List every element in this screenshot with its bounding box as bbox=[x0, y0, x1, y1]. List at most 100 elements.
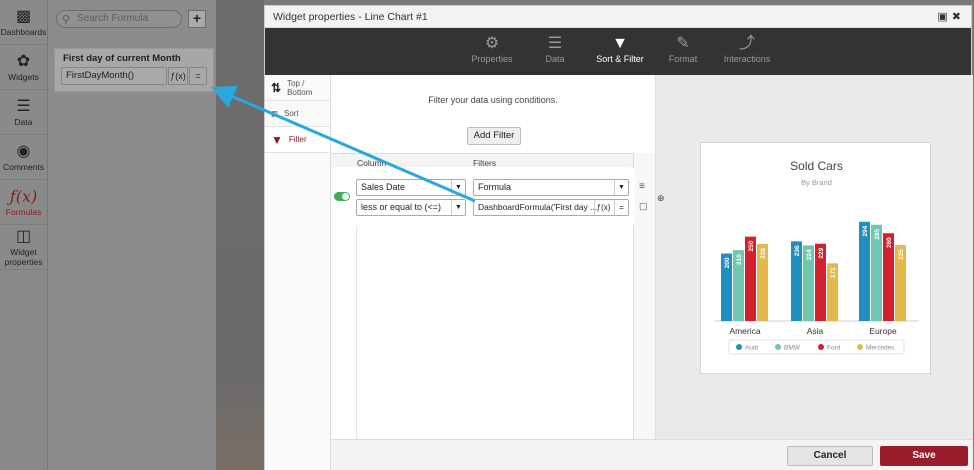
search-icon: ⚲ bbox=[62, 14, 71, 26]
tab-label: Properties bbox=[471, 54, 513, 64]
nav-widget-properties[interactable]: ◫ Widget properties bbox=[0, 225, 47, 270]
cancel-button[interactable]: Cancel bbox=[787, 446, 873, 466]
nav-data[interactable]: ☰ Data bbox=[0, 90, 47, 135]
nav-dashboards[interactable]: ▩ Dashboards bbox=[0, 0, 47, 45]
data-label: 260 bbox=[886, 237, 893, 248]
drag-handle-icon[interactable]: ≡ bbox=[639, 181, 645, 192]
operator-select[interactable]: less or equal to (<=) ▼ bbox=[356, 199, 466, 216]
formula-card-body: First day of current Month FirstDayMonth… bbox=[54, 48, 214, 92]
category-label: Europe bbox=[869, 326, 897, 336]
nav-widgets[interactable]: ✿ Widgets bbox=[0, 45, 47, 90]
equals-button[interactable]: = bbox=[189, 67, 207, 85]
tab-properties[interactable]: ⚙ Properties bbox=[457, 34, 527, 64]
tab-label: Format bbox=[668, 54, 698, 64]
filter-icon: ▼ bbox=[612, 35, 628, 52]
database-icon: ☰ bbox=[16, 97, 31, 115]
legend-label: Audi bbox=[745, 345, 758, 352]
palette-icon: ✿ bbox=[16, 52, 31, 70]
nav-comments[interactable]: ◉ Comments bbox=[0, 135, 47, 180]
chevron-down-icon: ▼ bbox=[451, 180, 465, 195]
trash-icon[interactable]: ▢ bbox=[639, 201, 648, 212]
tab-label: Data bbox=[545, 54, 565, 64]
app-sidebar: ▩ Dashboards ✿ Widgets ☰ Data ◉ Comments… bbox=[0, 0, 48, 470]
column-select[interactable]: Sales Date ▼ bbox=[356, 179, 466, 196]
pencil-icon: ✎ bbox=[676, 35, 690, 52]
data-label: 224 bbox=[806, 249, 813, 260]
fx-button[interactable]: ƒ(x) bbox=[594, 200, 612, 215]
legend-swatch bbox=[775, 344, 781, 350]
filter-enabled-toggle[interactable] bbox=[334, 192, 350, 201]
subtab-label: Filter bbox=[288, 135, 307, 144]
widget-properties-modal: Widget properties - Line Chart #1 ▣✖ ⚙ P… bbox=[264, 5, 973, 470]
modal-titlebar: Widget properties - Line Chart #1 ▣✖ bbox=[265, 6, 971, 28]
category-label: Asia bbox=[807, 326, 824, 336]
data-label: 225 bbox=[898, 249, 905, 260]
formula-value-input[interactable]: DashboardFormula('First day ... ƒ(x) = bbox=[473, 199, 629, 216]
formula-title: First day of current Month bbox=[63, 53, 181, 64]
filters-header: Filters bbox=[473, 158, 497, 168]
chart-title: Sold Cars bbox=[790, 159, 843, 173]
chart-card: Sold Cars By Brand 200 210 250 228 America 236 2… bbox=[700, 142, 931, 374]
comments-icon: ◉ bbox=[16, 142, 31, 160]
chevron-down-icon: ▼ bbox=[614, 180, 628, 195]
tab-label: Interactions bbox=[723, 54, 771, 64]
bar-chart-icon: ▩ bbox=[15, 7, 32, 25]
data-label: 285 bbox=[874, 228, 881, 239]
modal-footer bbox=[331, 439, 973, 470]
column-header: Column bbox=[357, 158, 387, 168]
sort-filter-subtabs: ⇅ Top / Bottom ≡ Sort ▼ Filter bbox=[265, 75, 331, 470]
maximize-icon[interactable]: ▣ bbox=[937, 11, 951, 23]
data-label: 200 bbox=[724, 257, 731, 268]
formula-card[interactable]: First day of current Month FirstDayMonth… bbox=[54, 48, 214, 92]
search-placeholder: Search Formula bbox=[77, 13, 149, 24]
data-label: 210 bbox=[736, 254, 743, 265]
legend-label: Mercedes bbox=[866, 345, 895, 352]
nav-formulas[interactable]: ƒ(x) Formulas bbox=[0, 180, 47, 225]
fx-button[interactable]: ƒ(x) bbox=[168, 67, 188, 85]
formula-value-field[interactable]: FirstDayMonth() bbox=[61, 67, 167, 85]
save-button[interactable]: Save bbox=[880, 446, 968, 466]
add-filter-button[interactable]: Add Filter bbox=[467, 127, 521, 145]
filter-type-select[interactable]: Formula ▼ bbox=[473, 179, 629, 196]
data-label: 229 bbox=[818, 247, 825, 258]
subtab-label: Sort bbox=[284, 109, 299, 118]
tab-interactions[interactable]: ⤴ Interactions bbox=[712, 34, 782, 64]
legend-label: BMW bbox=[784, 345, 801, 352]
subtab-filter[interactable]: ▼ Filter bbox=[265, 127, 330, 153]
close-icon[interactable]: ✖ bbox=[952, 11, 965, 23]
tab-format[interactable]: ✎ Format bbox=[648, 34, 718, 64]
filter-actions-column bbox=[633, 153, 655, 439]
nav-label: Data bbox=[14, 116, 33, 127]
filter-row: Sales Date ▼ less or equal to (<=) ▼ For… bbox=[333, 169, 633, 224]
database-icon: ☰ bbox=[547, 35, 563, 52]
filter-area: Filter your data using conditions. Add F… bbox=[331, 75, 656, 439]
subtab-sort[interactable]: ≡ Sort bbox=[265, 101, 330, 127]
subtab-top-bottom[interactable]: ⇅ Top / Bottom bbox=[265, 75, 330, 101]
chart-subtitle: By Brand bbox=[801, 178, 832, 187]
sort-icon: ≡ bbox=[271, 106, 279, 121]
filter-icon: ▼ bbox=[271, 132, 283, 147]
modal-tabbar: ⚙ Properties ☰ Data ▼ Sort & Filter ✎ Fo… bbox=[265, 28, 971, 75]
subtab-label: Top / Bottom bbox=[287, 78, 313, 97]
chevron-down-icon: ▼ bbox=[451, 200, 465, 215]
tab-data[interactable]: ☰ Data bbox=[520, 34, 590, 64]
formula-search-input[interactable]: ⚲ Search Formula bbox=[56, 10, 182, 28]
add-formula-button[interactable]: + bbox=[188, 10, 206, 28]
legend-swatch bbox=[818, 344, 824, 350]
equals-button[interactable]: = bbox=[614, 200, 628, 215]
filter-hint: Filter your data using conditions. bbox=[428, 95, 558, 105]
tab-label: Sort & Filter bbox=[596, 54, 644, 64]
nav-label: Dashboards bbox=[0, 26, 47, 37]
updown-icon: ⇅ bbox=[271, 80, 282, 95]
background-canvas bbox=[216, 0, 264, 470]
legend-swatch bbox=[857, 344, 863, 350]
window-controls: ▣✖ bbox=[937, 10, 965, 23]
legend-swatch bbox=[736, 344, 742, 350]
collapse-preview-icon[interactable]: ⊕ bbox=[657, 193, 665, 204]
tab-sort-filter[interactable]: ▼ Sort & Filter bbox=[585, 34, 655, 64]
modal-title: Widget properties - Line Chart #1 bbox=[273, 11, 428, 23]
data-label: 171 bbox=[830, 267, 837, 278]
bar-chart: Sold Cars By Brand 200 210 250 228 America 236 2… bbox=[715, 159, 919, 355]
data-label: 250 bbox=[748, 240, 755, 251]
category-label: America bbox=[729, 326, 760, 336]
